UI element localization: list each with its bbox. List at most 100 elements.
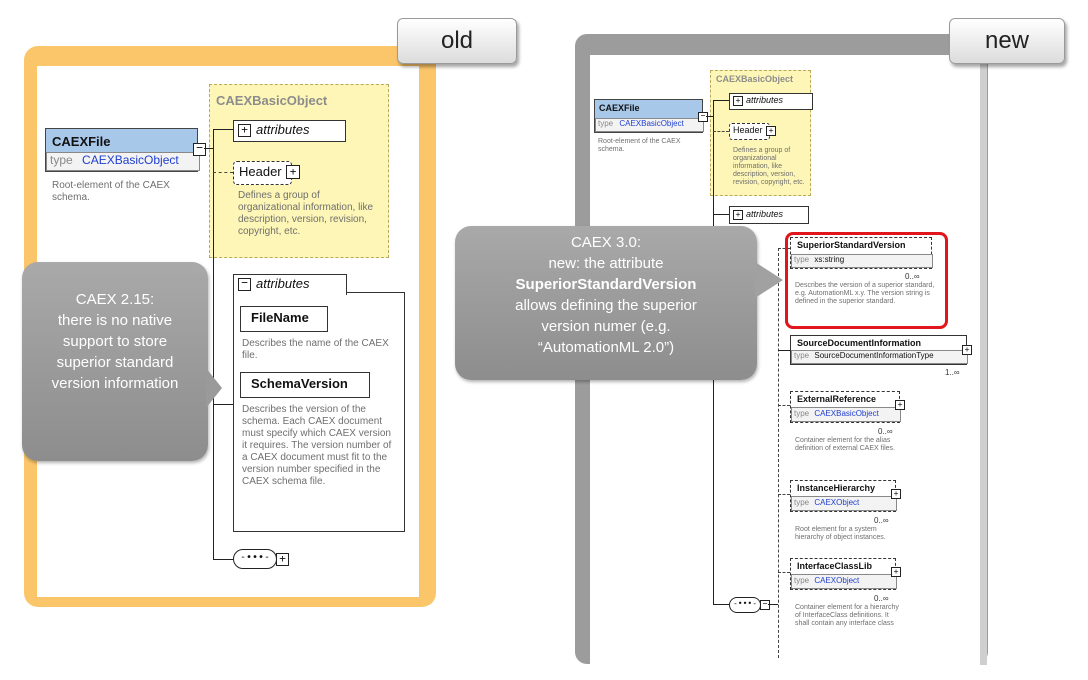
- old-connector: [213, 559, 233, 560]
- old-filename-attribute[interactable]: FileName: [240, 306, 328, 332]
- new-sdi-name: SourceDocumentInformation: [797, 338, 922, 348]
- new-caexfile-type-value: CAEXBasicObject: [619, 119, 684, 128]
- new-callout-line: “AutomationML 2.0”): [537, 339, 675, 356]
- new-tab-label: new: [984, 27, 1030, 54]
- new-ih-type-label: type: [794, 498, 810, 507]
- old-header-label: Header: [239, 164, 282, 179]
- new-ssv-type-label: type: [794, 255, 810, 264]
- new-ih-type-value: CAEXObject: [814, 498, 860, 507]
- new-extref-type-value: CAEXBasicObject: [814, 409, 879, 418]
- new-sdi-type-label: type: [794, 351, 810, 360]
- new-icl-expand-icon[interactable]: +: [891, 567, 901, 577]
- new-ih-expand-icon[interactable]: +: [891, 489, 901, 499]
- new-connector: [713, 100, 729, 101]
- new-ssv-multiplicity: 0..∞: [905, 272, 920, 281]
- old-sequence-icon[interactable]: -•••-: [233, 549, 277, 569]
- old-header-expand-icon[interactable]: +: [286, 165, 300, 179]
- old-callout-line: there is no native: [57, 312, 173, 329]
- new-caexfile-collapse-icon[interactable]: −: [698, 112, 708, 122]
- new-attributes2-label: attributes: [746, 209, 784, 219]
- old-filename-label: FileName: [251, 310, 309, 325]
- old-header-element[interactable]: Header: [233, 161, 292, 185]
- old-tab: old: [397, 18, 517, 64]
- old-caexfile-type-label: type: [50, 153, 73, 167]
- old-callout: CAEX 2.15: there is no native support to…: [22, 262, 208, 461]
- new-attributes2-expand-icon[interactable]: +: [733, 210, 743, 220]
- new-connector: [713, 604, 729, 605]
- new-sdi-typebox: type SourceDocumentInformationType: [791, 350, 968, 364]
- old-connector: [213, 172, 233, 173]
- old-attr-group-label: attributes: [256, 276, 310, 291]
- new-ssv-desc: Describes the version of a superior stan…: [795, 282, 935, 305]
- old-caexfile-name: CAEXFile: [52, 134, 111, 149]
- old-attributes-expand-icon[interactable]: +: [238, 124, 251, 137]
- old-attributes-label: attributes: [256, 122, 310, 137]
- new-callout-line: allows defining the superior: [515, 297, 697, 314]
- new-extref-typebox: type CAEXBasicObject: [791, 407, 901, 422]
- new-attributes-label: attributes: [746, 95, 784, 105]
- new-extref-expand-icon[interactable]: +: [895, 400, 905, 410]
- new-icl-desc: Container element for a hierarchy of Int…: [795, 604, 899, 627]
- new-connector: [768, 604, 778, 605]
- new-header-label: Header: [733, 125, 763, 135]
- new-header-element[interactable]: Header: [729, 123, 770, 140]
- old-callout-line: superior standard: [56, 354, 174, 371]
- new-ih-name: InstanceHierarchy: [797, 483, 876, 493]
- new-sdi-expand-icon[interactable]: +: [962, 345, 972, 355]
- new-ih-desc: Root element for a system hierarchy of o…: [795, 526, 886, 541]
- old-filename-desc: Describes the name of the CAEX file.: [242, 338, 389, 361]
- old-caexfile-typebox: type CAEXBasicObject: [46, 152, 200, 171]
- new-ssv-type-value: xs:string: [814, 255, 845, 264]
- new-extref-desc: Container element for the alias definiti…: [795, 437, 895, 452]
- new-callout: CAEX 3.0: new: the attribute SuperiorSta…: [455, 226, 757, 380]
- new-icl-name: InterfaceClassLib: [797, 561, 873, 571]
- new-sdi-multiplicity: 1..∞: [945, 368, 960, 377]
- new-ssv-typebox: type xs:string: [791, 254, 933, 268]
- new-icl-type-label: type: [794, 576, 810, 585]
- old-connector: [213, 129, 233, 130]
- new-sequence-collapse-icon[interactable]: −: [760, 600, 770, 610]
- new-group-title: CAEXBasicObject: [716, 74, 794, 84]
- new-connector: [778, 350, 790, 351]
- old-tab-label: old: [440, 27, 474, 54]
- new-caexfile-name: CAEXFile: [599, 103, 640, 113]
- new-ih-multiplicity: 0..∞: [874, 516, 889, 525]
- new-header-expand-icon[interactable]: +: [766, 126, 776, 136]
- new-caexfile-desc: Root-element of the CAEX schema.: [598, 138, 681, 153]
- new-connector: [778, 494, 790, 495]
- new-children-connector: [778, 248, 779, 658]
- old-callout-line: CAEX 2.15:: [75, 291, 155, 308]
- new-sequence-icon[interactable]: -•••-: [729, 597, 761, 613]
- new-connector: [713, 131, 729, 132]
- old-schemaversion-attribute[interactable]: SchemaVersion: [240, 372, 370, 398]
- new-extref-type-label: type: [794, 409, 810, 418]
- old-caexfile-collapse-icon[interactable]: −: [193, 142, 206, 156]
- old-connector-trunk: [213, 129, 214, 559]
- new-connector: [713, 214, 729, 215]
- new-callout-line: version numer (e.g.: [541, 318, 671, 335]
- old-sequence-expand-icon[interactable]: +: [276, 553, 289, 566]
- new-attributes-expand-icon[interactable]: +: [733, 96, 743, 106]
- new-callout-pointer: [755, 262, 783, 298]
- old-callout-pointer: [206, 368, 222, 408]
- new-ssv-name: SuperiorStandardVersion: [797, 240, 906, 250]
- old-caexfile-desc: Root-element of the CAEX schema.: [52, 180, 170, 203]
- new-caexfile-type-label: type: [598, 119, 614, 128]
- old-callout-line: version information: [51, 375, 179, 392]
- new-connector: [778, 405, 790, 406]
- new-extref-name: ExternalReference: [797, 394, 877, 404]
- new-icl-type-value: CAEXObject: [814, 576, 860, 585]
- old-attr-group-collapse-icon[interactable]: −: [238, 277, 251, 291]
- new-callout-highlight: SuperiorStandardVersion: [515, 276, 697, 293]
- old-callout-line: support to store: [62, 333, 168, 350]
- new-tab: new: [949, 18, 1065, 64]
- old-group-title: CAEXBasicObject: [216, 93, 328, 108]
- new-header-desc: Defines a group of organizational inform…: [733, 147, 805, 186]
- new-connector: [778, 572, 790, 573]
- old-header-desc: Defines a group of organizational inform…: [238, 190, 374, 237]
- old-schemaversion-label: SchemaVersion: [251, 376, 348, 391]
- new-icl-typebox: type CAEXObject: [791, 574, 897, 589]
- old-schemaversion-desc: Describes the version of the schema. Eac…: [242, 404, 392, 487]
- new-icl-multiplicity: 0..∞: [874, 594, 889, 603]
- new-callout-line: new: the attribute: [548, 255, 664, 272]
